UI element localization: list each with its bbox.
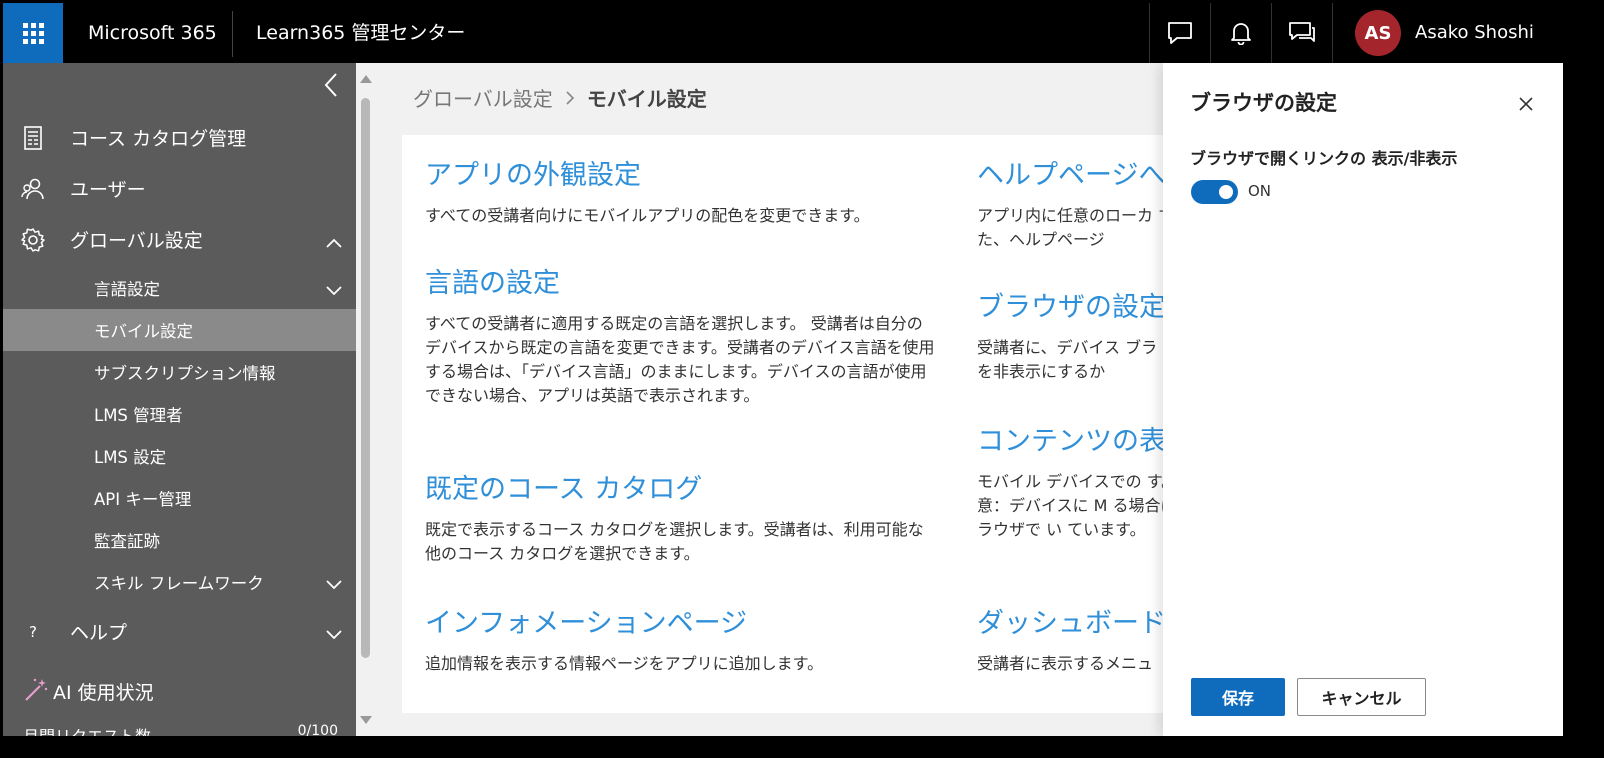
sidebar-subitem-skill-framework[interactable]: スキル フレームワーク: [3, 561, 356, 603]
section-default-catalog: 既定のコース カタログ 既定で表示するコース カタログを選択します。受講者は、利…: [425, 467, 935, 566]
section-info-page: インフォメーションページ 追加情報を表示する情報ページをアプリに追加します。: [425, 601, 935, 676]
gear-icon: [19, 226, 47, 254]
section-description: すべての受講者向けにモバイルアプリの配色を変更できます。: [425, 206, 870, 225]
open-links-toggle[interactable]: [1191, 180, 1238, 204]
app-title: Learn365 管理センター: [256, 22, 466, 44]
chevron-down-icon: [326, 575, 342, 594]
sidebar-subitem-lms-settings[interactable]: LMS 設定: [3, 435, 356, 477]
chat-button[interactable]: [1271, 3, 1332, 63]
toggle-state-label: ON: [1248, 182, 1272, 200]
collapse-sidebar-button[interactable]: [320, 71, 342, 99]
cancel-button[interactable]: キャンセル: [1297, 678, 1426, 716]
sidebar-subitem-label: LMS 管理者: [94, 406, 183, 425]
user-name[interactable]: Asako Shoshi: [1415, 3, 1534, 63]
feedback-icon: [1168, 22, 1192, 44]
sidebar-item-label: ユーザー: [70, 178, 146, 201]
chat-icon: [1289, 22, 1315, 42]
notification-bell-icon: [1231, 23, 1251, 45]
avatar[interactable]: AS: [1355, 10, 1401, 56]
sidebar-subitem-label: スキル フレームワーク: [94, 574, 264, 593]
chevron-down-icon: [326, 623, 342, 645]
chevron-right-icon: [565, 90, 575, 106]
chevron-left-icon: [324, 73, 337, 97]
sidebar-subitem-label: モバイル設定: [94, 322, 193, 341]
sidebar-subitem-mobile-settings[interactable]: モバイル設定: [3, 309, 356, 351]
scroll-thumb[interactable]: [361, 98, 370, 658]
browser-settings-panel: ブラウザの設定 ブラウザで開くリンクの 表示/非表示 ON 保存 キャンセル: [1163, 63, 1563, 736]
sidebar-item-label: AI 使用状況: [53, 681, 154, 704]
page-scrollbar[interactable]: [356, 63, 375, 736]
catalog-icon: [19, 124, 47, 152]
breadcrumb-current: モバイル設定: [586, 87, 707, 111]
top-bar: Microsoft 365 Learn365 管理センター AS Asako S…: [3, 3, 1563, 63]
sidebar-item-label: グローバル設定: [70, 229, 203, 252]
toggle-field-label: ブラウザで開くリンクの 表示/非表示: [1190, 149, 1458, 168]
section-description: 既定で表示するコース カタログを選択します。受講者は、利用可能な他のコース カタ…: [425, 520, 924, 563]
sidebar-item-label: コース カタログ管理: [70, 127, 247, 150]
sidebar-item-course-catalog[interactable]: コース カタログ管理: [3, 112, 356, 162]
usage-label: 月間リクエスト数: [23, 727, 151, 736]
magic-wand-icon: [23, 677, 49, 708]
section-title-link[interactable]: アプリの外観設定: [425, 153, 935, 192]
app-launcher-button[interactable]: [3, 3, 63, 63]
usage-value: 0/100: [297, 723, 338, 736]
brand-name[interactable]: Microsoft 365: [88, 3, 217, 63]
sidebar-item-help[interactable]: ? ヘルプ: [3, 606, 356, 656]
sidebar-item-global-settings[interactable]: グローバル設定: [3, 214, 356, 264]
sidebar-subitem-subscription[interactable]: サブスクリプション情報: [3, 351, 356, 393]
section-title-link[interactable]: 言語の設定: [425, 261, 937, 300]
close-icon: [1519, 97, 1533, 111]
feedback-button[interactable]: [1149, 3, 1210, 63]
app-window: Microsoft 365 Learn365 管理センター AS Asako S…: [3, 3, 1563, 736]
monthly-requests: 月間リクエスト数 0/100: [23, 723, 338, 736]
sidebar: コース カタログ管理 ユーザー グローバル設定 言語設定 モバイル設定 サブスク…: [3, 63, 356, 736]
sidebar-subitem-language[interactable]: 言語設定: [3, 267, 356, 309]
panel-title: ブラウザの設定: [1190, 91, 1337, 115]
sidebar-subitem-audit-trail[interactable]: 監査証跡: [3, 519, 356, 561]
sidebar-subitem-api-keys[interactable]: API キー管理: [3, 477, 356, 519]
section-title-link[interactable]: インフォメーションページ: [425, 601, 935, 640]
divider: [232, 11, 233, 57]
sidebar-subitem-label: サブスクリプション情報: [94, 364, 276, 383]
chevron-down-icon: [326, 281, 342, 300]
sidebar-subitem-label: 言語設定: [94, 280, 160, 299]
users-icon: [19, 175, 47, 203]
sidebar-subitem-label: LMS 設定: [94, 448, 167, 467]
section-app-appearance: アプリの外観設定 すべての受講者向けにモバイルアプリの配色を変更できます。: [425, 153, 935, 228]
breadcrumb-parent-link[interactable]: グローバル設定: [413, 83, 553, 112]
section-title-link[interactable]: 既定のコース カタログ: [425, 467, 935, 506]
save-button[interactable]: 保存: [1191, 678, 1285, 716]
chevron-up-icon: [326, 231, 342, 253]
scroll-up-arrow[interactable]: [360, 75, 372, 83]
section-language: 言語の設定 すべての受講者に適用する既定の言語を選択します。 受講者は自分のデバ…: [425, 261, 937, 408]
scroll-down-arrow[interactable]: [360, 716, 372, 724]
toggle-knob: [1219, 185, 1233, 199]
help-icon: ?: [29, 623, 37, 641]
section-description: すべての受講者に適用する既定の言語を選択します。 受講者は自分のデバイスから既定…: [425, 314, 935, 405]
sidebar-subitem-label: API キー管理: [94, 490, 192, 509]
sidebar-item-users[interactable]: ユーザー: [3, 163, 356, 213]
notifications-button[interactable]: [1210, 3, 1271, 63]
close-button[interactable]: [1515, 93, 1537, 115]
sidebar-subitem-lms-admin[interactable]: LMS 管理者: [3, 393, 356, 435]
sidebar-item-ai-usage[interactable]: AI 使用状況: [3, 671, 356, 711]
sidebar-subitem-label: 監査証跡: [94, 532, 160, 551]
waffle-icon: [22, 22, 44, 44]
sidebar-item-label: ヘルプ: [70, 621, 128, 644]
section-description: 追加情報を表示する情報ページをアプリに追加します。: [425, 654, 824, 673]
breadcrumb: グローバル設定 モバイル設定: [413, 83, 707, 112]
